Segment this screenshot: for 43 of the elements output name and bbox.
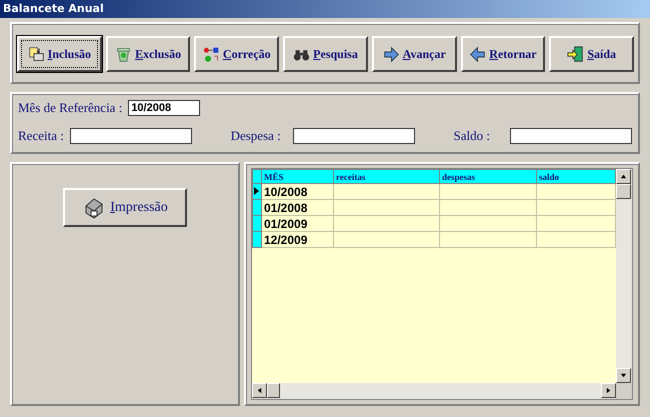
table-cell: 10/2008 xyxy=(262,184,334,200)
toolbar-button[interactable]: Saída xyxy=(549,36,634,72)
horizontal-scrollbar[interactable] xyxy=(252,383,616,399)
field-label: Saldo : xyxy=(454,128,490,144)
window-title: Balancete Anual xyxy=(0,0,650,18)
scroll-thumb[interactable] xyxy=(267,383,280,398)
scroll-right-button[interactable] xyxy=(601,383,616,398)
field-label: Mês de Referência : xyxy=(18,100,122,116)
table-cell: 01/2009 xyxy=(262,216,334,232)
row-indicator[interactable] xyxy=(252,184,262,200)
scrollbar-corner xyxy=(616,383,632,399)
scroll-up-button[interactable] xyxy=(616,169,631,184)
field-label: Despesa : xyxy=(230,128,281,144)
column-header[interactable]: MÊS xyxy=(262,170,334,184)
scroll-down-button[interactable] xyxy=(616,368,631,383)
arrow-icon xyxy=(620,372,627,379)
arrow-icon xyxy=(256,387,263,394)
input-field[interactable]: 10/2008 xyxy=(128,100,200,116)
toolbar-button[interactable]: Inclusão xyxy=(17,36,102,72)
column-header[interactable]: despesas xyxy=(440,170,536,184)
table-cell: 12/2009 xyxy=(262,232,334,248)
vertical-scrollbar[interactable] xyxy=(616,169,632,383)
toolbar-button[interactable]: Pesquisa xyxy=(283,36,368,72)
table-cell: 01/2008 xyxy=(262,200,334,216)
print-button[interactable]: Impressão xyxy=(63,188,187,227)
toolbar-button[interactable]: Avançar xyxy=(372,36,457,72)
scroll-thumb[interactable] xyxy=(616,184,631,199)
column-header[interactable]: saldo xyxy=(536,170,616,184)
exit-icon xyxy=(567,46,584,62)
toolbar-button[interactable]: Exclusão xyxy=(106,36,190,72)
arrow-icon xyxy=(605,387,612,394)
toolbar-button[interactable]: Retornar xyxy=(460,36,546,72)
input-field[interactable] xyxy=(292,128,415,144)
next-icon xyxy=(382,46,400,62)
column-header[interactable]: receitas xyxy=(334,170,440,184)
back-icon xyxy=(469,46,486,62)
field-label: Receita : xyxy=(18,128,64,144)
delete-icon xyxy=(115,46,132,62)
input-field[interactable] xyxy=(70,128,192,144)
input-field[interactable] xyxy=(510,128,632,144)
scroll-left-button[interactable] xyxy=(252,383,267,398)
toolbar-button[interactable]: Correção xyxy=(194,36,280,72)
arrow-icon xyxy=(620,173,627,180)
